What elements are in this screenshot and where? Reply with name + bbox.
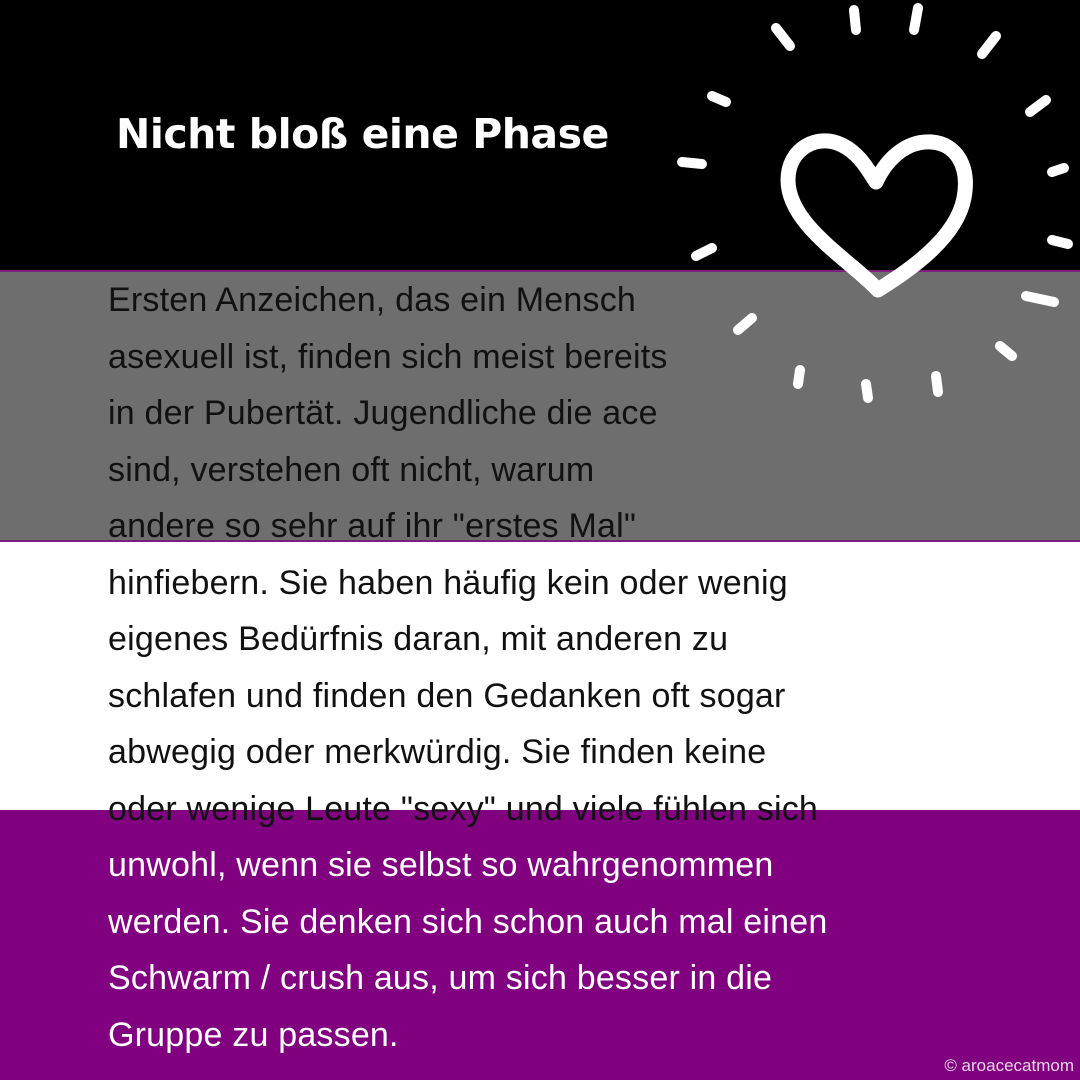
heart-burst-icon: [677, 3, 1073, 403]
copyright-notice: © aroacecatmom: [944, 1056, 1074, 1075]
body-line: unwohl, wenn sie selbst so wahrgenommen: [108, 846, 774, 884]
body-line: schlafen und finden den Gedanken oft sog…: [108, 676, 786, 715]
body-line: andere so sehr auf ihr "erstes Mal": [108, 507, 637, 545]
body-line: eigenes Bedürfnis daran, mit anderen zu: [108, 620, 729, 658]
body-line: sind, verstehen oft nicht, warum: [108, 450, 595, 489]
heart-burst-icon: [660, 0, 1080, 420]
page-title: Nicht bloß eine Phase: [116, 110, 609, 158]
body-line: abwegig oder merkwürdig. Sie finden kein…: [108, 733, 767, 771]
body-line: Schwarm / crush aus, um sich besser in d…: [108, 959, 773, 997]
heart-icon: [780, 133, 973, 298]
burst-rays-icon: [677, 3, 1073, 403]
body-line: hinfiebern. Sie haben häufig kein oder w…: [108, 563, 788, 602]
body-line: Gruppe zu passen.: [108, 1015, 399, 1054]
body-line: werden. Sie denken sich schon auch mal e…: [108, 902, 828, 941]
body-line: oder wenige Leute "sexy" und viele fühle…: [108, 789, 819, 828]
